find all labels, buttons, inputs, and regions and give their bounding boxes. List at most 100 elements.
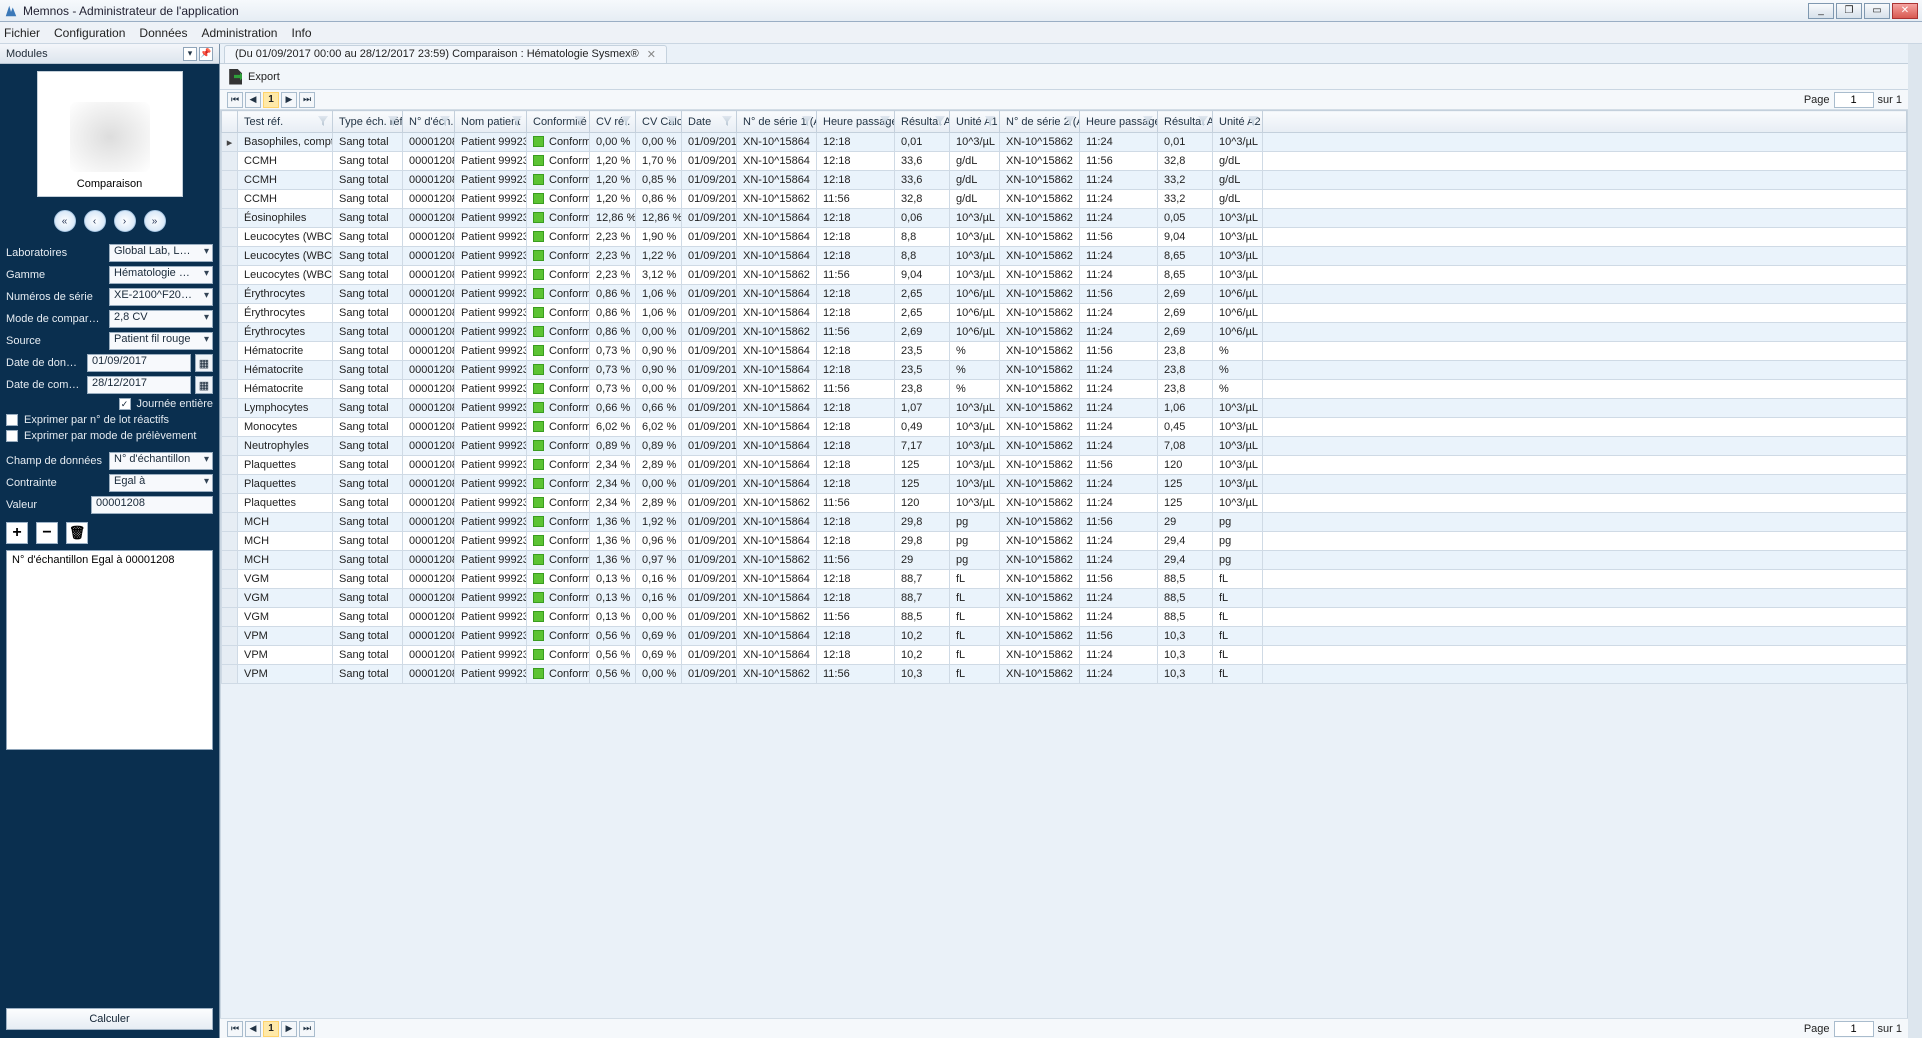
tab-close-icon[interactable]: ✕ — [647, 48, 656, 61]
row-selector[interactable] — [222, 152, 238, 171]
row-selector[interactable] — [222, 304, 238, 323]
col-header[interactable]: CV Calc. — [636, 111, 682, 133]
value-input[interactable]: 00001208 — [91, 496, 213, 514]
table-row[interactable]: NeutrophylesSang total00001208Patient 99… — [222, 437, 1907, 456]
page-input[interactable] — [1834, 1021, 1874, 1037]
col-header[interactable]: Unité A1 — [950, 111, 1000, 133]
col-header[interactable]: Résultat A1 — [895, 111, 950, 133]
table-row[interactable]: VPMSang total00001208Patient 999239Confo… — [222, 627, 1907, 646]
row-selector[interactable] — [222, 380, 238, 399]
gamme-select[interactable]: Hématologie Sysmex — [109, 266, 213, 284]
table-row[interactable]: VGMSang total00001208Patient 999239Confo… — [222, 608, 1907, 627]
col-header[interactable]: N° d'éch. — [403, 111, 455, 133]
row-selector[interactable] — [222, 627, 238, 646]
table-row[interactable]: Leucocytes (WBCP)Sang total00001208Patie… — [222, 266, 1907, 285]
table-row[interactable]: HématocriteSang total00001208Patient 999… — [222, 342, 1907, 361]
row-selector[interactable] — [222, 399, 238, 418]
col-header[interactable]: Date — [682, 111, 737, 133]
col-header[interactable]: Résultat A2 — [1158, 111, 1213, 133]
add-filter-button[interactable]: + — [6, 522, 28, 544]
row-selector[interactable] — [222, 532, 238, 551]
table-row[interactable]: CCMHSang total00001208Patient 999239Conf… — [222, 190, 1907, 209]
row-selector[interactable] — [222, 266, 238, 285]
pager-prev-button[interactable]: ◀ — [245, 92, 261, 108]
table-row[interactable]: PlaquettesSang total00001208Patient 9992… — [222, 456, 1907, 475]
close-button[interactable]: ✕ — [1892, 3, 1918, 19]
menu-administration[interactable]: Administration — [201, 26, 277, 40]
row-selector[interactable] — [222, 475, 238, 494]
row-selector[interactable] — [222, 494, 238, 513]
table-row[interactable]: PlaquettesSang total00001208Patient 9992… — [222, 475, 1907, 494]
col-header[interactable]: Heure passage A2 — [1080, 111, 1158, 133]
pager-last-button[interactable]: ⏭ — [299, 92, 315, 108]
mode-select[interactable]: 2,8 CV — [109, 310, 213, 328]
col-header[interactable]: Conformité — [527, 111, 590, 133]
prel-checkbox[interactable] — [6, 430, 18, 442]
row-selector[interactable] — [222, 190, 238, 209]
col-header[interactable]: CV réf. — [590, 111, 636, 133]
table-row[interactable]: MCHSang total00001208Patient 999239Confo… — [222, 551, 1907, 570]
row-selector[interactable] — [222, 570, 238, 589]
pager-prev-button[interactable]: ◀ — [245, 1021, 261, 1037]
nav-next-button[interactable]: › — [114, 210, 136, 232]
table-row[interactable]: Leucocytes (WBCP)Sang total00001208Patie… — [222, 247, 1907, 266]
table-row[interactable]: HématocriteSang total00001208Patient 999… — [222, 361, 1907, 380]
nav-prev-button[interactable]: ‹ — [84, 210, 106, 232]
row-selector[interactable] — [222, 589, 238, 608]
row-selector[interactable] — [222, 646, 238, 665]
date-comp-picker-button[interactable]: ▦ — [195, 376, 213, 394]
row-selector[interactable] — [222, 323, 238, 342]
row-selector[interactable] — [222, 551, 238, 570]
table-row[interactable]: MCHSang total00001208Patient 999239Confo… — [222, 532, 1907, 551]
col-header[interactable]: Heure passage A1 — [817, 111, 895, 133]
table-row[interactable]: HématocriteSang total00001208Patient 999… — [222, 380, 1907, 399]
lab-select[interactable]: Global Lab, Lab#1, La — [109, 244, 213, 262]
datafield-select[interactable]: N° d'échantillon — [109, 452, 213, 470]
date-valid-picker-button[interactable]: ▦ — [195, 354, 213, 372]
table-row[interactable]: VPMSang total00001208Patient 999239Confo… — [222, 665, 1907, 684]
row-selector[interactable] — [222, 342, 238, 361]
row-selector[interactable] — [222, 456, 238, 475]
col-header[interactable]: Unité A2 — [1213, 111, 1263, 133]
table-row[interactable]: MonocytesSang total00001208Patient 99923… — [222, 418, 1907, 437]
filter-icon[interactable] — [318, 116, 328, 126]
col-header[interactable]: Test réf. — [238, 111, 333, 133]
nav-last-button[interactable]: » — [144, 210, 166, 232]
table-row[interactable]: MCHSang total00001208Patient 999239Confo… — [222, 513, 1907, 532]
row-selector[interactable]: ▸ — [222, 133, 238, 152]
menu-données[interactable]: Données — [139, 26, 187, 40]
date-valid-input[interactable]: 01/09/2017 — [87, 354, 191, 372]
filter-list[interactable]: N° d'échantillon Egal à 00001208 — [6, 550, 213, 750]
table-row[interactable]: ▸Basophiles, compterSang total00001208Pa… — [222, 133, 1907, 152]
table-row[interactable]: ÉrythrocytesSang total00001208Patient 99… — [222, 285, 1907, 304]
pager-first-button[interactable]: ⏮ — [227, 1021, 243, 1037]
table-row[interactable]: ÉosinophilesSang total00001208Patient 99… — [222, 209, 1907, 228]
pager-next-button[interactable]: ▶ — [281, 92, 297, 108]
table-row[interactable]: VPMSang total00001208Patient 999239Confo… — [222, 646, 1907, 665]
module-card[interactable]: Comparaison — [37, 71, 183, 197]
table-row[interactable]: VGMSang total00001208Patient 999239Confo… — [222, 570, 1907, 589]
lot-checkbox[interactable] — [6, 414, 18, 426]
source-select[interactable]: Patient fil rouge — [109, 332, 213, 350]
table-row[interactable]: CCMHSang total00001208Patient 999239Conf… — [222, 171, 1907, 190]
table-row[interactable]: ÉrythrocytesSang total00001208Patient 99… — [222, 323, 1907, 342]
row-selector[interactable] — [222, 513, 238, 532]
pager-first-button[interactable]: ⏮ — [227, 92, 243, 108]
tab-comparison[interactable]: (Du 01/09/2017 00:00 au 28/12/2017 23:59… — [224, 45, 667, 63]
menu-configuration[interactable]: Configuration — [54, 26, 125, 40]
table-row[interactable]: LymphocytesSang total00001208Patient 999… — [222, 399, 1907, 418]
constraint-select[interactable]: Egal à — [109, 474, 213, 492]
minimize-button[interactable]: _ — [1808, 3, 1834, 19]
modules-pin-icon[interactable]: 📌 — [199, 47, 213, 61]
pager-last-button[interactable]: ⏭ — [299, 1021, 315, 1037]
row-selector[interactable] — [222, 361, 238, 380]
row-selector[interactable] — [222, 228, 238, 247]
row-selector[interactable] — [222, 665, 238, 684]
row-selector[interactable] — [222, 608, 238, 627]
filter-icon[interactable] — [722, 116, 732, 126]
journee-checkbox[interactable]: ✓ — [119, 398, 131, 410]
pager-next-button[interactable]: ▶ — [281, 1021, 297, 1037]
filter-list-item[interactable]: N° d'échantillon Egal à 00001208 — [12, 554, 207, 566]
table-row[interactable]: CCMHSang total00001208Patient 999239Conf… — [222, 152, 1907, 171]
menu-fichier[interactable]: Fichier — [4, 26, 40, 40]
